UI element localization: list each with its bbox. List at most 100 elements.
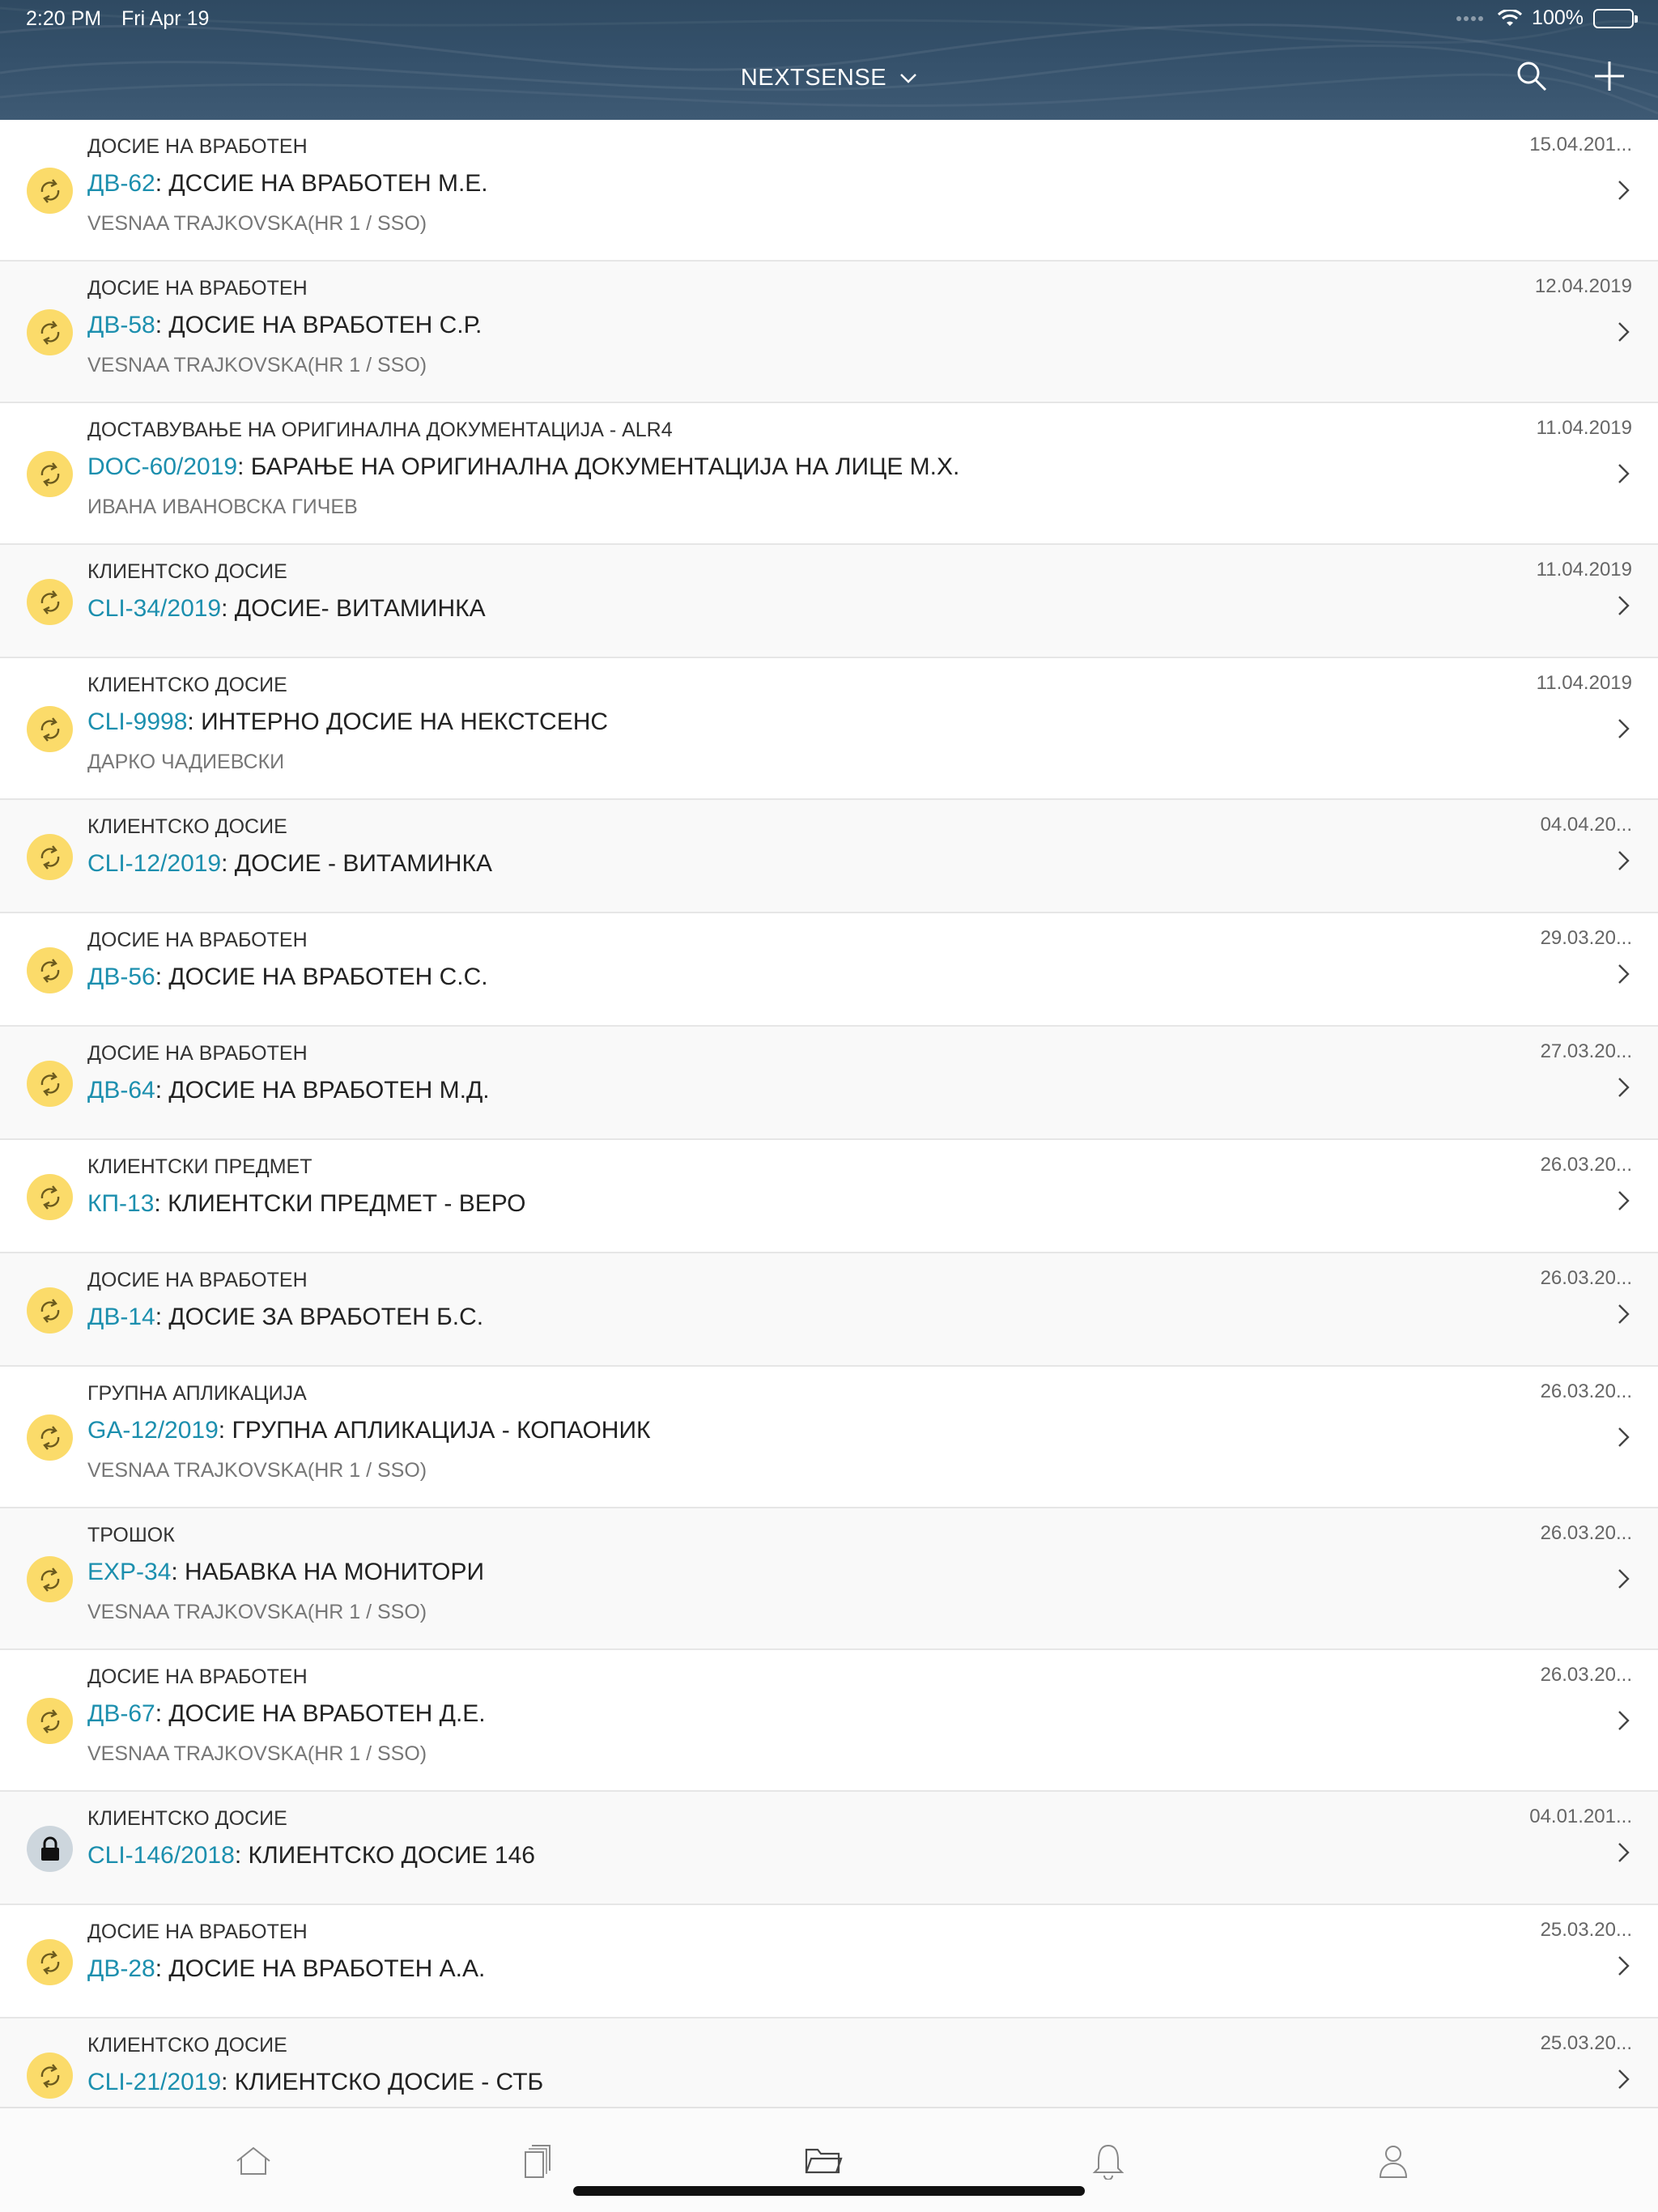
documents-icon xyxy=(525,2145,551,2178)
sync-icon xyxy=(27,1939,73,1985)
list-item[interactable]: КЛИЕНТСКО ДОСИЕ CLI-9998: ИНТЕРНО ДОСИЕ … xyxy=(0,658,1658,800)
tab-profile[interactable] xyxy=(1373,2141,1414,2181)
status-date: Fri Apr 19 xyxy=(121,7,210,30)
item-code[interactable]: КП-13 xyxy=(87,1190,154,1217)
item-title: ДВ-56: ДОСИЕ НА ВРАБОТЕН С.С. xyxy=(87,963,488,991)
item-title: ДВ-14: ДОСИЕ ЗА ВРАБОТЕН Б.С. xyxy=(87,1304,483,1331)
item-title: CLI-12/2019: ДОСИЕ - ВИТАМИНКА xyxy=(87,850,492,878)
wifi-icon xyxy=(1498,9,1523,26)
item-code[interactable]: ДВ-28 xyxy=(87,1955,155,1982)
item-date: 26.03.20... xyxy=(1540,1267,1632,1289)
list-item[interactable]: ДОСИЕ НА ВРАБОТЕН ДВ-14: ДОСИЕ ЗА ВРАБОТ… xyxy=(0,1253,1658,1367)
item-date: 12.04.2019 xyxy=(1534,275,1632,297)
item-name: : ДОСИЕ НА ВРАБОТЕН А.А. xyxy=(155,1955,486,1982)
item-name: : ДОСИЕ НА ВРАБОТЕН М.Д. xyxy=(155,1077,490,1104)
item-code[interactable]: ДВ-67 xyxy=(87,1700,155,1727)
item-category: ДОСИЕ НА ВРАБОТЕН xyxy=(87,277,308,300)
list-item[interactable]: КЛИЕНТСКО ДОСИЕ CLI-34/2019: ДОСИЕ- ВИТА… xyxy=(0,545,1658,658)
item-name: : ИНТЕРНО ДОСИЕ НА НЕКСТСЕНС xyxy=(187,708,609,735)
item-code[interactable]: ДВ-58 xyxy=(87,312,155,338)
list-item[interactable]: КЛИЕНТСКИ ПРЕДМЕТ КП-13: КЛИЕНТСКИ ПРЕДМ… xyxy=(0,1140,1658,1253)
item-code[interactable]: CLI-146/2018 xyxy=(87,1842,235,1869)
chevron-right-icon xyxy=(1618,964,1630,984)
sync-icon xyxy=(27,1174,73,1220)
list-item[interactable]: КЛИЕНТСКО ДОСИЕ CLI-12/2019: ДОСИЕ - ВИТ… xyxy=(0,800,1658,913)
cellular-signal-icon xyxy=(1456,15,1484,21)
item-category: ДОСИЕ НА ВРАБОТЕН xyxy=(87,135,308,158)
tab-folders[interactable] xyxy=(803,2141,844,2181)
chevron-right-icon xyxy=(1618,1711,1630,1730)
item-category: ДОСИЕ НА ВРАБОТЕН xyxy=(87,1665,308,1688)
list-item[interactable]: ДОСИЕ НА ВРАБОТЕН ДВ-58: ДОСИЕ НА ВРАБОТ… xyxy=(0,262,1658,403)
tab-home[interactable] xyxy=(233,2141,274,2181)
item-code[interactable]: EXP-34 xyxy=(87,1559,171,1585)
item-category: КЛИЕНТСКО ДОСИЕ xyxy=(87,2034,287,2057)
item-code[interactable]: CLI-21/2019 xyxy=(87,2069,221,2095)
sync-icon xyxy=(27,2052,73,2099)
item-title: ДВ-62: ДССИЕ НА ВРАБОТЕН М.Е. xyxy=(87,170,488,198)
chevron-right-icon xyxy=(1618,464,1630,483)
item-name: : ДОСИЕ- ВИТАМИНКА xyxy=(221,595,486,622)
item-code[interactable]: CLI-34/2019 xyxy=(87,595,221,622)
item-category: ГРУПНА АПЛИКАЦИЈА xyxy=(87,1382,307,1405)
list-item[interactable]: ДОСИЕ НА ВРАБОТЕН ДВ-67: ДОСИЕ НА ВРАБОТ… xyxy=(0,1650,1658,1792)
item-date: 26.03.20... xyxy=(1540,1380,1632,1402)
list-item[interactable]: ДОСИЕ НА ВРАБОТЕН ДВ-56: ДОСИЕ НА ВРАБОТ… xyxy=(0,913,1658,1027)
item-title: ДВ-28: ДОСИЕ НА ВРАБОТЕН А.А. xyxy=(87,1955,485,1983)
sync-icon xyxy=(27,451,73,497)
chevron-right-icon xyxy=(1618,719,1630,738)
sync-icon xyxy=(27,1698,73,1744)
item-category: ДОСИЕ НА ВРАБОТЕН xyxy=(87,1269,308,1291)
list-item[interactable]: КЛИЕНТСКО ДОСИЕ CLI-146/2018: КЛИЕНТСКО … xyxy=(0,1792,1658,1905)
chevron-right-icon xyxy=(1618,1956,1630,1976)
item-name: : КЛИЕНТСКО ДОСИЕ 146 xyxy=(234,1842,535,1869)
item-name: : НАБАВКА НА МОНИТОРИ xyxy=(171,1559,485,1585)
search-button[interactable] xyxy=(1512,57,1551,96)
item-category: КЛИЕНТСКО ДОСИЕ xyxy=(87,815,287,838)
item-code[interactable]: ДВ-14 xyxy=(87,1304,155,1330)
item-name: : ДОСИЕ НА ВРАБОТЕН С.Р. xyxy=(155,312,483,338)
app-header: 2:20 PM Fri Apr 19 100% NEXTSENSE xyxy=(0,0,1658,120)
item-date: 15.04.201... xyxy=(1529,134,1632,155)
chevron-down-icon xyxy=(900,73,916,83)
list-item[interactable]: ДОСИЕ НА ВРАБОТЕН ДВ-62: ДССИЕ НА ВРАБОТ… xyxy=(0,120,1658,262)
tab-documents[interactable] xyxy=(518,2141,559,2181)
list-item[interactable]: ТРОШОК EXP-34: НАБАВКА НА МОНИТОРИ VESNA… xyxy=(0,1508,1658,1650)
item-title: CLI-9998: ИНТЕРНО ДОСИЕ НА НЕКСТСЕНС xyxy=(87,708,608,736)
status-time: 2:20 PM xyxy=(26,7,102,30)
add-button[interactable] xyxy=(1590,57,1629,96)
list-item[interactable]: ГРУПНА АПЛИКАЦИЈА GA-12/2019: ГРУПНА АПЛ… xyxy=(0,1367,1658,1508)
status-bar: 2:20 PM Fri Apr 19 100% xyxy=(0,0,1658,37)
item-date: 25.03.20... xyxy=(1540,2032,1632,2054)
item-code[interactable]: DOC-60/2019 xyxy=(87,453,237,480)
item-date: 25.03.20... xyxy=(1540,1919,1632,1941)
item-date: 27.03.20... xyxy=(1540,1040,1632,1062)
item-name: : КЛИЕНТСКО ДОСИЕ - СТБ xyxy=(221,2069,544,2095)
item-author: VESNAA TRAJKOVSKA(HR 1 / SSO) xyxy=(87,1459,427,1482)
item-code[interactable]: GA-12/2019 xyxy=(87,1417,219,1444)
list-item[interactable]: ДОСИЕ НА ВРАБОТЕН ДВ-64: ДОСИЕ НА ВРАБОТ… xyxy=(0,1027,1658,1140)
bell-icon xyxy=(1092,2144,1124,2180)
chevron-right-icon xyxy=(1618,1843,1630,1862)
item-code[interactable]: CLI-9998 xyxy=(87,708,187,735)
item-date: 11.04.2019 xyxy=(1536,559,1632,581)
item-date: 29.03.20... xyxy=(1540,927,1632,949)
chevron-right-icon xyxy=(1618,851,1630,870)
organization-selector[interactable]: NEXTSENSE xyxy=(0,65,1658,91)
item-code[interactable]: ДВ-56 xyxy=(87,963,155,990)
list-item[interactable]: ДОСИЕ НА ВРАБОТЕН ДВ-28: ДОСИЕ НА ВРАБОТ… xyxy=(0,1905,1658,2018)
item-code[interactable]: ДВ-64 xyxy=(87,1077,155,1104)
chevron-right-icon xyxy=(1618,2069,1630,2089)
chevron-right-icon xyxy=(1618,1078,1630,1097)
home-indicator[interactable] xyxy=(573,2186,1085,2196)
user-icon xyxy=(1379,2146,1408,2178)
list-item[interactable]: ДОСТАВУВАЊЕ НА ОРИГИНАЛНА ДОКУМЕНТАЦИЈА … xyxy=(0,403,1658,545)
tab-notifications[interactable] xyxy=(1088,2141,1129,2181)
chevron-right-icon xyxy=(1618,1304,1630,1324)
item-code[interactable]: CLI-12/2019 xyxy=(87,850,221,877)
item-code[interactable]: ДВ-62 xyxy=(87,170,155,197)
item-category: КЛИЕНТСКО ДОСИЕ xyxy=(87,560,287,583)
sync-icon xyxy=(27,309,73,355)
item-name: : ДОСИЕ ЗА ВРАБОТЕН Б.С. xyxy=(155,1304,484,1330)
sync-icon xyxy=(27,1061,73,1107)
